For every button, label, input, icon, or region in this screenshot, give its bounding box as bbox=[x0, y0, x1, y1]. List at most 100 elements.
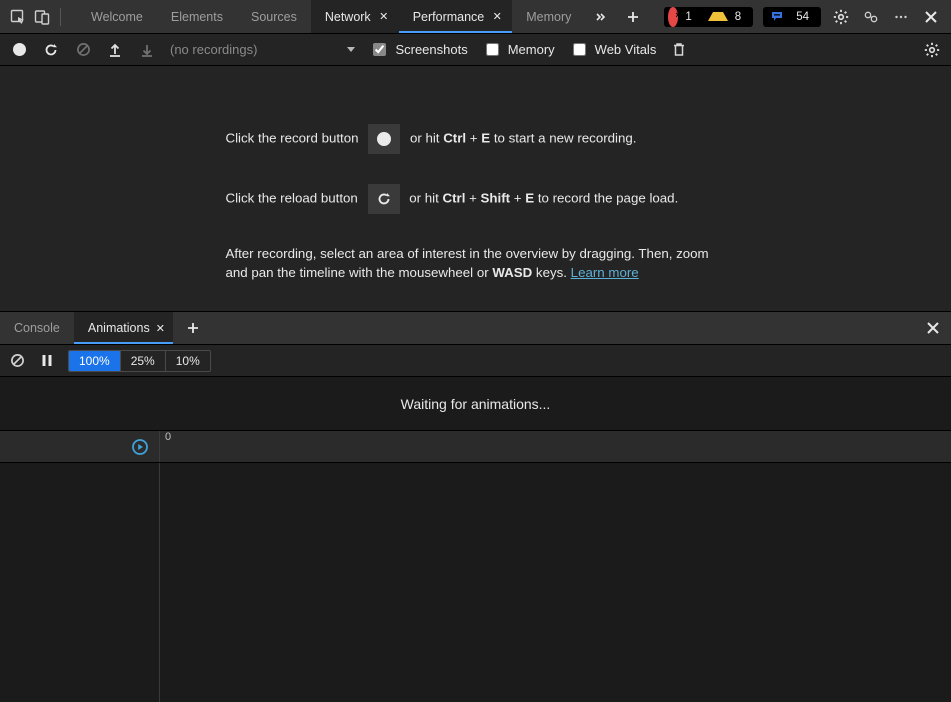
reload-record-button[interactable] bbox=[42, 41, 60, 59]
anim-timeline-ruler: 0 bbox=[0, 431, 951, 463]
anim-timeline-scale[interactable]: 0 bbox=[160, 431, 951, 462]
record-icon bbox=[377, 132, 391, 146]
anim-pause-button[interactable] bbox=[38, 352, 56, 370]
drawer-tab-animations[interactable]: Animations ✕ bbox=[74, 312, 173, 344]
text: keys. bbox=[532, 265, 570, 280]
text: or hit bbox=[410, 131, 443, 146]
clear-icon bbox=[10, 353, 25, 368]
close-devtools-button[interactable] bbox=[921, 7, 941, 27]
drawer-add-tab-button[interactable] bbox=[183, 318, 203, 338]
plus-icon bbox=[187, 322, 199, 334]
drawer-tabstrip: Console Animations ✕ bbox=[0, 312, 951, 345]
tab-performance[interactable]: Performance ✕ bbox=[399, 0, 513, 33]
warning-count: 8 bbox=[731, 7, 747, 27]
anim-speed-group: 100% 25% 10% bbox=[68, 350, 211, 372]
tab-label: Memory bbox=[526, 10, 571, 24]
close-icon[interactable]: ✕ bbox=[490, 10, 504, 24]
drawer-close-button[interactable] bbox=[923, 318, 943, 338]
screenshots-checkbox[interactable]: Screenshots bbox=[369, 40, 467, 59]
message-icon bbox=[767, 7, 789, 27]
checkbox-input[interactable] bbox=[573, 43, 586, 56]
tab-label: Welcome bbox=[91, 10, 143, 24]
more-tabs-chevron[interactable] bbox=[585, 0, 617, 33]
tab-welcome[interactable]: Welcome bbox=[77, 0, 157, 33]
gear-icon bbox=[833, 9, 849, 25]
record-button[interactable] bbox=[10, 41, 28, 59]
tab-network[interactable]: Network ✕ bbox=[311, 0, 399, 33]
kbd-ctrl: Ctrl bbox=[443, 131, 466, 146]
text: + bbox=[466, 131, 481, 146]
kbd-shift: Shift bbox=[481, 191, 511, 206]
download-icon bbox=[140, 43, 154, 57]
tab-label: Animations bbox=[88, 321, 150, 335]
inspect-element-icon[interactable] bbox=[8, 7, 28, 27]
capture-settings-button[interactable] bbox=[923, 41, 941, 59]
record-button-inline[interactable] bbox=[368, 124, 400, 154]
speed-25-button[interactable]: 25% bbox=[121, 351, 166, 371]
kbd-e: E bbox=[481, 131, 490, 146]
reload-icon bbox=[376, 191, 392, 207]
drawer-tab-console[interactable]: Console bbox=[0, 312, 74, 344]
kbd-wasd: WASD bbox=[492, 265, 532, 280]
text: to start a new recording. bbox=[490, 131, 636, 146]
checkbox-label: Screenshots bbox=[395, 42, 467, 57]
add-tab-button[interactable] bbox=[617, 0, 649, 33]
text: to record the page load. bbox=[534, 191, 678, 206]
close-icon bbox=[924, 10, 938, 24]
trash-icon bbox=[672, 42, 686, 57]
tab-elements[interactable]: Elements bbox=[157, 0, 237, 33]
tab-label: Elements bbox=[171, 10, 223, 24]
tab-memory[interactable]: Memory bbox=[512, 0, 585, 33]
reload-button-inline[interactable] bbox=[368, 184, 400, 214]
text: Click the record button bbox=[226, 131, 363, 146]
load-profile-button[interactable] bbox=[106, 41, 124, 59]
close-icon[interactable]: ✕ bbox=[377, 10, 391, 24]
checkbox-input[interactable] bbox=[373, 43, 386, 56]
save-profile-button[interactable] bbox=[138, 41, 156, 59]
gear-icon bbox=[924, 42, 940, 58]
memory-checkbox[interactable]: Memory bbox=[482, 40, 555, 59]
tab-sources[interactable]: Sources bbox=[237, 0, 311, 33]
clear-icon bbox=[76, 42, 91, 57]
tab-label: Sources bbox=[251, 10, 297, 24]
performance-landing: Click the record button or hit Ctrl + E … bbox=[0, 66, 951, 312]
kbd-ctrl: Ctrl bbox=[442, 191, 465, 206]
chevron-double-right-icon bbox=[595, 11, 607, 23]
devtools-tabstrip: Welcome Elements Sources Network ✕ Perfo… bbox=[0, 0, 951, 34]
speed-100-button[interactable]: 100% bbox=[69, 351, 121, 371]
plus-icon bbox=[627, 11, 639, 23]
kbd-e: E bbox=[525, 191, 534, 206]
message-badge[interactable]: 54 bbox=[763, 7, 821, 27]
upload-icon bbox=[108, 43, 122, 57]
learn-more-link[interactable]: Learn more bbox=[571, 265, 639, 280]
tab-label: Console bbox=[14, 321, 60, 335]
landing-line-2: Click the reload button or hit Ctrl + Sh… bbox=[226, 184, 726, 214]
tab-label: Performance bbox=[413, 10, 485, 24]
device-toolbar-icon[interactable] bbox=[32, 7, 52, 27]
close-icon[interactable]: ✕ bbox=[156, 322, 165, 335]
text: + bbox=[465, 191, 480, 206]
speed-10-button[interactable]: 10% bbox=[166, 351, 210, 371]
recordings-dropdown[interactable]: (no recordings) bbox=[170, 42, 355, 57]
anim-clear-button[interactable] bbox=[8, 352, 26, 370]
clear-button[interactable] bbox=[74, 41, 92, 59]
record-icon bbox=[13, 43, 26, 56]
text: + bbox=[510, 191, 525, 206]
webvitals-checkbox[interactable]: Web Vitals bbox=[569, 40, 657, 59]
message-count: 54 bbox=[792, 7, 815, 27]
close-icon bbox=[926, 321, 940, 335]
anim-timeline-body bbox=[0, 463, 951, 702]
text: or hit bbox=[409, 191, 442, 206]
chevron-down-icon bbox=[347, 47, 355, 52]
feedback-button[interactable] bbox=[861, 7, 881, 27]
checkbox-input[interactable] bbox=[486, 43, 499, 56]
more-options-button[interactable] bbox=[891, 7, 911, 27]
issue-badges[interactable]: ×1 8 bbox=[664, 7, 753, 27]
gc-button[interactable] bbox=[670, 41, 688, 59]
settings-button[interactable] bbox=[831, 7, 851, 27]
checkbox-label: Memory bbox=[508, 42, 555, 57]
tab-label: Network bbox=[325, 10, 371, 24]
anim-replay-button[interactable] bbox=[131, 438, 149, 456]
error-icon: × bbox=[668, 7, 678, 27]
warning-icon bbox=[708, 12, 728, 21]
